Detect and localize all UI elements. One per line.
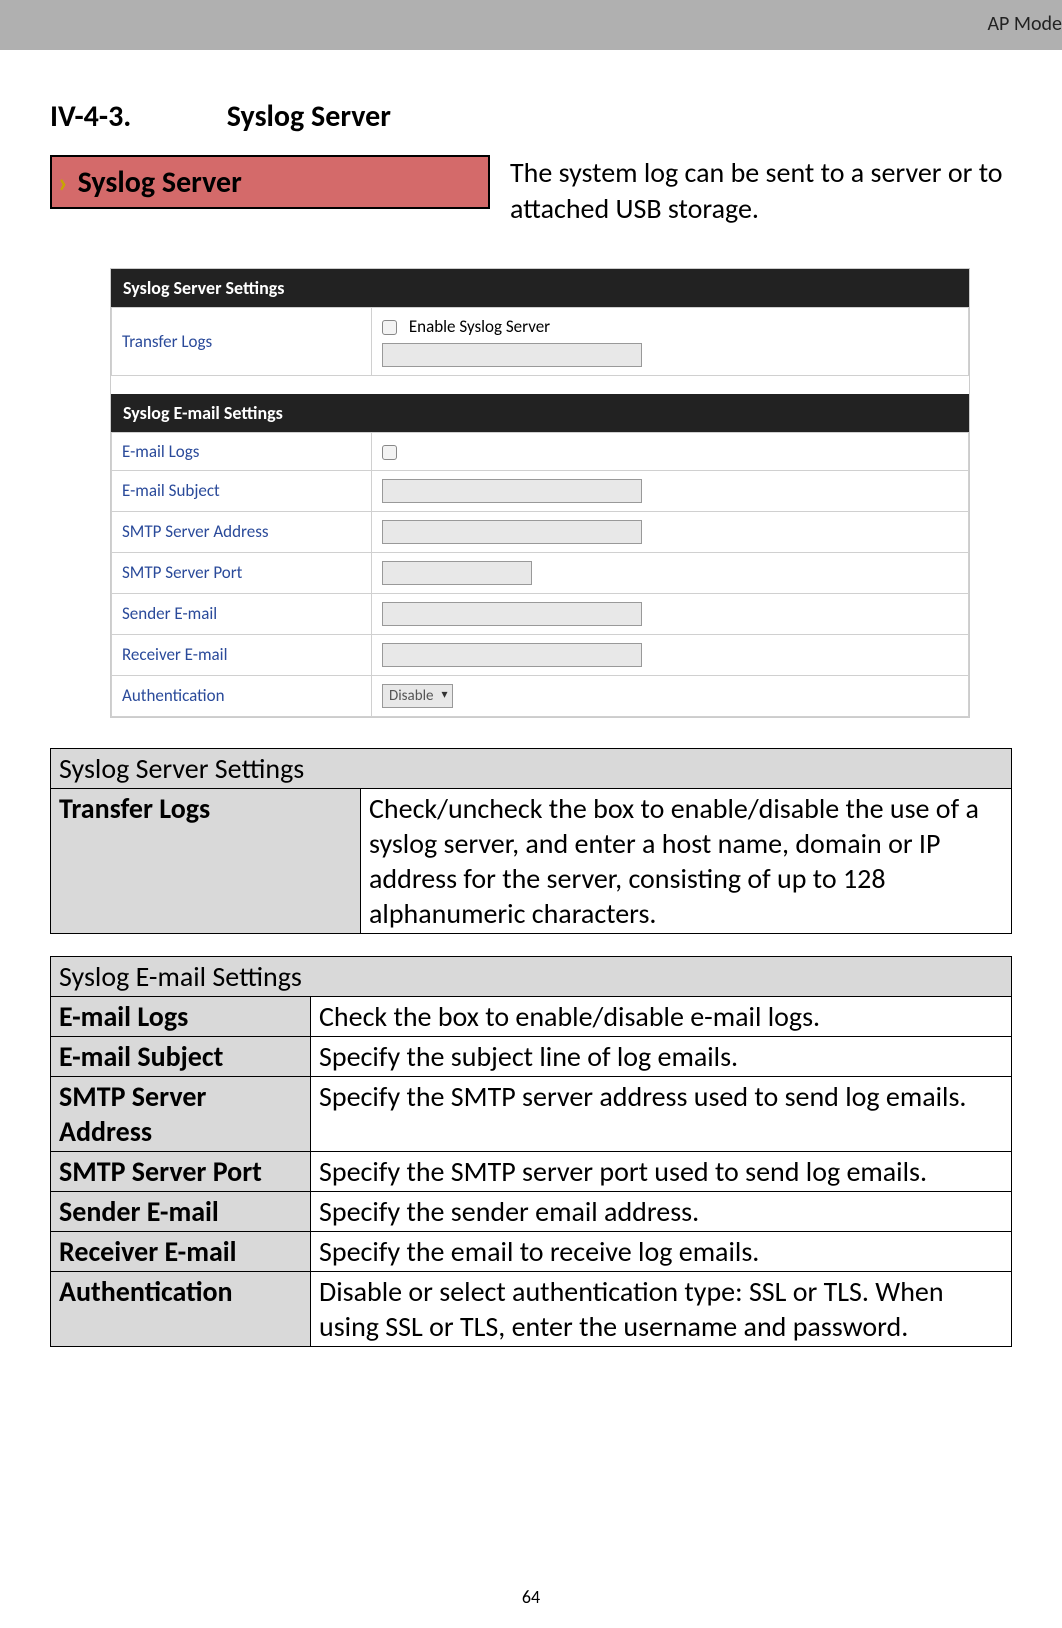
- smtp-address-input[interactable]: [382, 520, 642, 544]
- table-row: SMTP Server PortSpecify the SMTP server …: [51, 1151, 1012, 1191]
- authentication-select[interactable]: Disable: [382, 684, 453, 708]
- label-email-subject: E-mail Subject: [112, 470, 372, 511]
- label-transfer-logs: Transfer Logs: [112, 307, 372, 375]
- smtp-port-input[interactable]: [382, 561, 532, 585]
- label-smtp-port: SMTP Server Port: [112, 552, 372, 593]
- desc-value: Specify the email to receive log emails.: [311, 1231, 1012, 1271]
- label-receiver-email: Receiver E-mail: [112, 634, 372, 675]
- desc-value: Check/uncheck the box to enable/disable …: [361, 788, 1012, 933]
- enable-syslog-label: Enable Syslog Server: [409, 316, 550, 337]
- desc-value: Disable or select authentication type: S…: [311, 1271, 1012, 1346]
- sender-email-input[interactable]: [382, 602, 642, 626]
- desc-key: E-mail Subject: [51, 1036, 311, 1076]
- table-row: E-mail SubjectSpecify the subject line o…: [51, 1036, 1012, 1076]
- syslog-server-input[interactable]: [382, 343, 642, 367]
- email-logs-checkbox[interactable]: [382, 445, 397, 460]
- desc-table-email-header: Syslog E-mail Settings: [51, 956, 1012, 996]
- intro-text: The system log can be sent to a server o…: [510, 155, 1012, 228]
- desc-key: SMTP Server Address: [51, 1076, 311, 1151]
- desc-key: Transfer Logs: [51, 788, 361, 933]
- email-subject-input[interactable]: [382, 479, 642, 503]
- desc-value: Specify the SMTP server port used to sen…: [311, 1151, 1012, 1191]
- desc-key: Authentication: [51, 1271, 311, 1346]
- label-authentication: Authentication: [112, 675, 372, 716]
- desc-key: Receiver E-mail: [51, 1231, 311, 1271]
- desc-value: Check the box to enable/disable e-mail l…: [311, 996, 1012, 1036]
- table-row: Transfer Logs Check/uncheck the box to e…: [51, 788, 1012, 933]
- table-row: SMTP Server AddressSpecify the SMTP serv…: [51, 1076, 1012, 1151]
- enable-syslog-checkbox[interactable]: [382, 320, 397, 335]
- section-heading: IV-4-3. Syslog Server: [50, 98, 1012, 135]
- label-email-logs: E-mail Logs: [112, 432, 372, 470]
- table-row: AuthenticationDisable or select authenti…: [51, 1271, 1012, 1346]
- desc-value: Specify the subject line of log emails.: [311, 1036, 1012, 1076]
- panel-header-email: Syslog E-mail Settings: [111, 394, 969, 432]
- desc-table-server: Syslog Server Settings Transfer Logs Che…: [50, 748, 1012, 934]
- header-mode: AP Mode: [987, 12, 1062, 36]
- chevron-right-icon: ›: [58, 165, 68, 200]
- desc-key: E-mail Logs: [51, 996, 311, 1036]
- ui-screenshot: Syslog Server Settings Transfer Logs Ena…: [110, 268, 970, 718]
- table-row: E-mail LogsCheck the box to enable/disab…: [51, 996, 1012, 1036]
- header-bar: AP Mode: [0, 0, 1062, 50]
- desc-key: Sender E-mail: [51, 1191, 311, 1231]
- nav-badge: › Syslog Server: [50, 155, 490, 209]
- section-title: Syslog Server: [227, 98, 391, 135]
- desc-value: Specify the SMTP server address used to …: [311, 1076, 1012, 1151]
- desc-table-email: Syslog E-mail Settings E-mail LogsCheck …: [50, 956, 1012, 1347]
- table-row: Sender E-mailSpecify the sender email ad…: [51, 1191, 1012, 1231]
- desc-value: Specify the sender email address.: [311, 1191, 1012, 1231]
- section-number: IV-4-3.: [50, 98, 220, 135]
- panel-header-server: Syslog Server Settings: [111, 269, 969, 307]
- label-sender-email: Sender E-mail: [112, 593, 372, 634]
- page-number: 64: [0, 1586, 1062, 1608]
- desc-table-server-header: Syslog Server Settings: [51, 748, 1012, 788]
- receiver-email-input[interactable]: [382, 643, 642, 667]
- nav-label: Syslog Server: [78, 164, 242, 201]
- label-smtp-address: SMTP Server Address: [112, 511, 372, 552]
- table-row: Receiver E-mailSpecify the email to rece…: [51, 1231, 1012, 1271]
- desc-key: SMTP Server Port: [51, 1151, 311, 1191]
